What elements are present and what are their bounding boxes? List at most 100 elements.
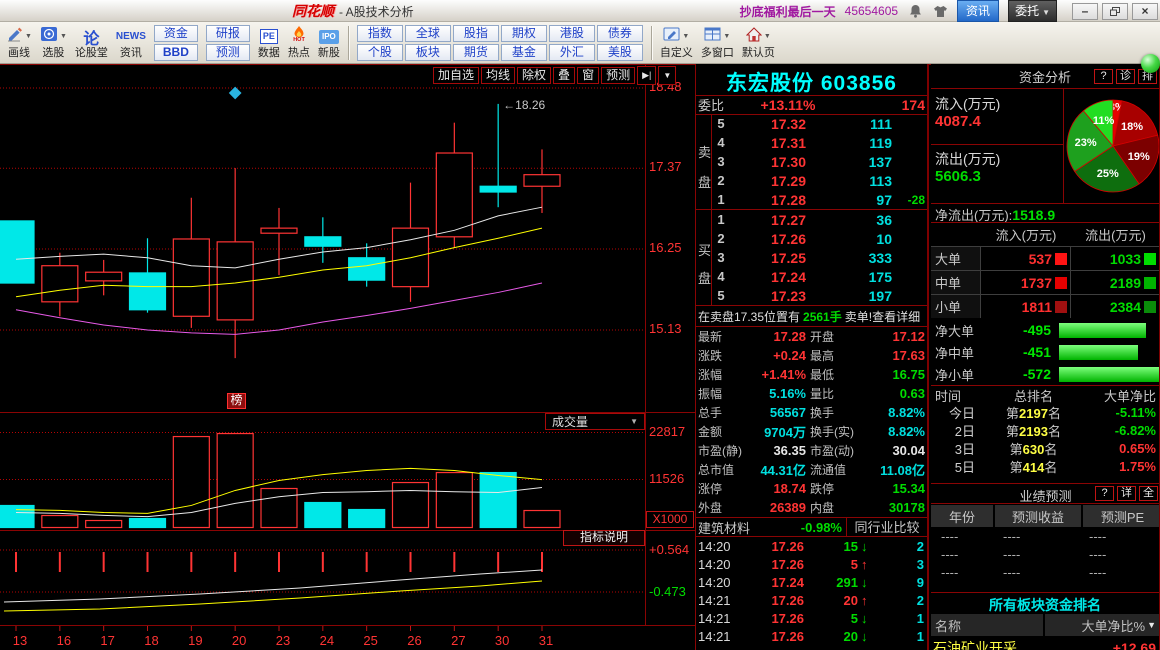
bbd-button[interactable]: BBD [154,44,198,61]
buy-order-row[interactable]: 117.2736 [696,210,927,229]
level-number: 5 [712,116,730,131]
buy-order-row[interactable]: 317.25333 [696,248,927,267]
market-nav-期货[interactable]: 期货 [453,44,499,61]
market-nav-债券[interactable]: 债券 [597,25,643,42]
trade-button[interactable]: 委托▼ [1008,0,1057,22]
tick-row[interactable]: 14:2117.265↓1 [696,609,927,627]
tick-row[interactable]: 14:2117.2620↑2 [696,591,927,609]
indicator-help-button[interactable]: 指标说明 [563,530,645,546]
market-nav-指数[interactable]: 指数 [357,25,403,42]
chart-tool-加自选[interactable]: 加自选 [433,67,479,84]
sort-header[interactable]: 大单净比%▼ [1045,614,1160,636]
data-tool[interactable]: PE 数据 [258,27,280,59]
news-button[interactable]: 资讯 [957,0,999,22]
detail-button[interactable]: 详 [1117,486,1136,501]
tick-volume: 5 [804,611,858,626]
chart-tool-均线[interactable]: 均线 [481,67,515,84]
chart-tool-预测[interactable]: 预测 [601,67,635,84]
market-nav-全球[interactable]: 全球 [405,25,451,42]
market-nav-美股[interactable]: 美股 [597,44,643,61]
tick-row[interactable]: 14:2117.2615↓1 [696,645,927,650]
quote-value: 36.35 [756,443,808,458]
kline-chart-panel[interactable]: ←18.26 加自选均线除权叠窗预测▶|▼ 18.48 17.37 16.25 … [0,64,696,650]
chevron-down-icon[interactable]: ▼ [658,66,676,85]
hot-tool[interactable]: HOT 热点 [288,27,310,59]
multi-window-tool[interactable]: ▼ 多窗口 [701,27,734,59]
weibi-row: 委比 +13.11% 174 [696,95,927,114]
chart-tool-除权[interactable]: 除权 [517,67,551,84]
help-button[interactable]: ? [1095,486,1114,501]
industry-compare-link[interactable]: 同行业比较 [846,518,927,537]
market-nav-基金[interactable]: 基金 [501,44,547,61]
tick-time: 14:20 [696,539,742,554]
buy-order-row[interactable]: 217.2610 [696,229,927,248]
weicha-value: 174 [840,97,927,113]
order-volume: 111 [806,116,892,132]
bell-icon[interactable] [907,3,923,19]
market-nav-港股[interactable]: 港股 [549,25,595,42]
market-nav-板块[interactable]: 板块 [405,44,451,61]
outflow-label: 流出(万元) [935,149,1000,169]
forum-tool[interactable]: 论 论股堂 [75,27,108,59]
quote-row: 市盈(静)36.35市盈(动)30.04 [696,441,927,460]
minimize-button[interactable]: – [1072,3,1098,20]
placeholder-cell: ---- [931,529,993,544]
x-axis-label: 19 [188,633,202,648]
tick-row[interactable]: 14:2017.265↑3 [696,555,927,573]
quote-value: 8.82% [874,424,927,439]
fund-button[interactable]: 资金 [154,25,198,42]
news-tool[interactable]: NEWS 资讯 [116,27,146,59]
ipo-tool[interactable]: IPO 新股 [318,27,340,59]
sell-order-row[interactable]: 317.30137 [696,152,927,171]
draw-line-tool[interactable]: ▼ 画线 [6,27,32,59]
quote-label: 涨跌 [696,347,756,364]
help-button[interactable]: ? [1094,69,1113,84]
volume-selector[interactable]: 成交量▼ [545,413,645,430]
buy-side-label: 盘 [698,268,711,287]
chart-tool-窗[interactable]: 窗 [577,67,599,84]
kline-chart[interactable]: ←18.26 [0,64,696,650]
default-page-tool[interactable]: ▼ 默认页 [742,27,775,59]
close-button[interactable]: × [1132,3,1158,20]
report-button[interactable]: 研报 [206,25,250,42]
buy-order-row[interactable]: 517.23197 [696,286,927,305]
tick-row[interactable]: 14:2017.2615↓2 [696,537,927,555]
restore-button[interactable] [1102,3,1128,20]
stock-select-tool[interactable]: ▼ 选股 [40,27,67,59]
all-button[interactable]: 全 [1139,486,1158,501]
alert-detail-link[interactable]: 卖单!查看详细 [845,308,920,325]
market-nav-外汇[interactable]: 外汇 [549,44,595,61]
sell-order-row[interactable]: 417.31119 [696,133,927,152]
sell-order-row[interactable]: 517.32111 [696,114,927,133]
order-volume: 97 [806,192,892,208]
caret-icon: ▼ [723,33,730,40]
forum-icon: 论 [83,27,99,47]
shirt-icon[interactable] [932,3,948,19]
market-nav-期权[interactable]: 期权 [501,25,547,42]
divider [931,203,1160,204]
next-period-icon[interactable]: ▶| [637,66,656,85]
custom-page-tool[interactable]: ▼ 自定义 [660,27,693,59]
buy-order-row[interactable]: 417.24175 [696,267,927,286]
market-nav-个股[interactable]: 个股 [357,44,403,61]
tick-row[interactable]: 14:2017.24291↓9 [696,573,927,591]
tick-row[interactable]: 14:2117.2620↓1 [696,627,927,645]
funds-pie-chart: 3%18%19%25%23%11% [1063,89,1160,203]
performance-header: 业绩预测 ? 详 全 [931,484,1160,503]
sell-side-label: 卖 [698,142,711,161]
market-nav-股指[interactable]: 股指 [453,25,499,42]
quote-value: 18.74 [756,481,808,496]
net-value: -451 [989,344,1051,360]
sector-row[interactable]: 建筑材料 -0.98% 同行业比较 [696,518,927,537]
promo-link[interactable]: 抄底福利最后一天 [740,3,836,20]
rank-button[interactable]: 榜 [227,393,246,409]
forecast-button[interactable]: 预测 [206,44,250,61]
app-window: 同花顺 - A股技术分析 抄底福利最后一天 45654605 资讯 委托▼ – … [0,0,1160,650]
sell-order-row[interactable]: 217.29113 [696,171,927,190]
chart-tool-叠[interactable]: 叠 [553,67,575,84]
diagnose-button[interactable]: 诊 [1116,69,1135,84]
floating-ball[interactable] [1141,54,1160,73]
volume-axis-label: 22817 [649,425,685,439]
sell-order-row[interactable]: 117.2897-28 [696,190,927,209]
board-rank-row[interactable]: 石油矿业开采+12.69 [931,638,1160,650]
